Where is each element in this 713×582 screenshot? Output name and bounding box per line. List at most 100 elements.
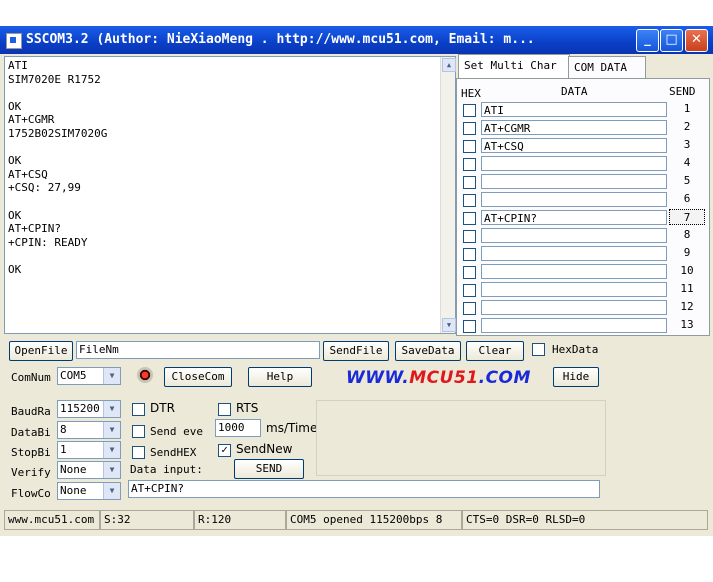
tab-com-data[interactable]: COM DATA bbox=[568, 56, 646, 79]
send-row-button[interactable]: 8 bbox=[669, 227, 705, 243]
scroll-up-icon[interactable]: ▲ bbox=[442, 58, 456, 72]
multi-data-input[interactable]: AT+CGMR bbox=[481, 120, 667, 135]
flow-control-select[interactable]: None ▼ bbox=[57, 482, 121, 500]
send-row-button[interactable]: 6 bbox=[669, 191, 705, 207]
hex-checkbox[interactable] bbox=[463, 230, 476, 243]
minimize-button[interactable]: _ bbox=[636, 29, 659, 52]
send-row-button[interactable]: 5 bbox=[669, 173, 705, 189]
stopbits-label: StopBi bbox=[11, 446, 51, 459]
data-input-field[interactable]: AT+CPIN? bbox=[128, 480, 600, 498]
send-row-button[interactable]: 9 bbox=[669, 245, 705, 261]
hex-checkbox[interactable] bbox=[463, 248, 476, 261]
hex-checkbox[interactable] bbox=[463, 158, 476, 171]
options-group-box bbox=[316, 400, 606, 476]
hex-checkbox[interactable] bbox=[463, 140, 476, 153]
send-row-button[interactable]: 10 bbox=[669, 263, 705, 279]
multi-data-input[interactable]: ATI bbox=[481, 102, 667, 117]
send-row-button[interactable]: 2 bbox=[669, 119, 705, 135]
send-every-label: Send eve bbox=[150, 425, 203, 438]
databits-label: DataBi bbox=[11, 426, 51, 439]
port-status-led-icon bbox=[137, 367, 153, 383]
send-row-button[interactable]: 13 bbox=[669, 317, 705, 333]
multi-data-input[interactable] bbox=[481, 318, 667, 333]
hex-checkbox[interactable] bbox=[463, 284, 476, 297]
baud-label: BaudRa bbox=[11, 405, 51, 418]
hex-checkbox[interactable] bbox=[463, 320, 476, 333]
hex-checkbox[interactable] bbox=[463, 212, 476, 225]
hex-checkbox[interactable] bbox=[463, 176, 476, 189]
hex-checkbox[interactable] bbox=[463, 104, 476, 117]
multi-row: 8 bbox=[457, 227, 709, 245]
status-port: COM5 opened 115200bps 8 bbox=[286, 510, 462, 530]
send-row-button[interactable]: 1 bbox=[669, 101, 705, 117]
send-column-header: SEND bbox=[669, 85, 696, 98]
multi-data-input[interactable] bbox=[481, 246, 667, 261]
comnum-label: ComNum bbox=[11, 371, 51, 384]
title-bar: SSCOM3.2 (Author: NieXiaoMeng . http://w… bbox=[0, 26, 713, 54]
hide-button[interactable]: Hide bbox=[553, 367, 599, 387]
close-button[interactable]: ✕ bbox=[685, 29, 708, 52]
chevron-down-icon[interactable]: ▼ bbox=[103, 401, 120, 417]
hex-checkbox[interactable] bbox=[463, 194, 476, 207]
sendhex-checkbox[interactable] bbox=[132, 446, 145, 459]
send-row-button[interactable]: 11 bbox=[669, 281, 705, 297]
send-row-button[interactable]: 4 bbox=[669, 155, 705, 171]
verify-select[interactable]: None ▼ bbox=[57, 461, 121, 479]
filename-input[interactable]: FileNm bbox=[76, 341, 320, 359]
hex-checkbox[interactable] bbox=[463, 122, 476, 135]
multi-data-input[interactable]: AT+CPIN? bbox=[481, 210, 667, 225]
clear-button[interactable]: Clear bbox=[466, 341, 524, 361]
multi-row: 5 bbox=[457, 173, 709, 191]
dtr-checkbox[interactable] bbox=[132, 403, 145, 416]
multi-data-input[interactable] bbox=[481, 300, 667, 315]
send-row-button[interactable]: 12 bbox=[669, 299, 705, 315]
tab-set-multi-char[interactable]: Set Multi Char bbox=[458, 54, 570, 79]
brand-logo: WWW.MCU51.COM bbox=[346, 368, 531, 388]
hex-checkbox[interactable] bbox=[463, 266, 476, 279]
multi-data-input[interactable] bbox=[481, 282, 667, 297]
hexdata-label: HexData bbox=[552, 343, 599, 356]
baud-rate-select[interactable]: 115200 ▼ bbox=[57, 400, 121, 418]
data-input-label: Data input: bbox=[130, 463, 203, 476]
chevron-down-icon[interactable]: ▼ bbox=[103, 483, 120, 499]
maximize-button[interactable]: □ bbox=[660, 29, 683, 52]
stop-bits-select[interactable]: 1 ▼ bbox=[57, 441, 121, 459]
multi-row: 13 bbox=[457, 317, 709, 335]
help-button[interactable]: Help bbox=[248, 367, 312, 387]
sendnew-checkbox[interactable]: ✓ bbox=[218, 444, 231, 457]
multi-data-input[interactable]: AT+CSQ bbox=[481, 138, 667, 153]
send-file-button[interactable]: SendFile bbox=[323, 341, 389, 361]
chevron-down-icon[interactable]: ▼ bbox=[103, 422, 120, 438]
rts-checkbox[interactable] bbox=[218, 403, 231, 416]
window-title: SSCOM3.2 (Author: NieXiaoMeng . http://w… bbox=[26, 32, 535, 47]
save-data-button[interactable]: SaveData bbox=[395, 341, 461, 361]
chevron-down-icon[interactable]: ▼ bbox=[103, 462, 120, 478]
receive-scrollbar[interactable]: ▲ ▼ bbox=[440, 57, 456, 333]
multi-data-input[interactable] bbox=[481, 174, 667, 189]
multi-data-input[interactable] bbox=[481, 228, 667, 243]
send-row-button[interactable]: 7 bbox=[669, 209, 705, 225]
receive-textarea[interactable]: ATI SIM7020E R1752 OK AT+CGMR 1752B02SIM… bbox=[4, 56, 456, 334]
close-com-button[interactable]: CloseCom bbox=[164, 367, 232, 387]
multi-data-input[interactable] bbox=[481, 264, 667, 279]
status-sent: S:32 bbox=[100, 510, 194, 530]
chevron-down-icon[interactable]: ▼ bbox=[103, 442, 120, 458]
hexdata-checkbox[interactable] bbox=[532, 343, 545, 356]
multi-row: 6 bbox=[457, 191, 709, 209]
data-bits-select[interactable]: 8 ▼ bbox=[57, 421, 121, 439]
open-file-button[interactable]: OpenFile bbox=[9, 341, 73, 361]
hex-checkbox[interactable] bbox=[463, 302, 476, 315]
multi-data-input[interactable] bbox=[481, 156, 667, 171]
send-button[interactable]: SEND bbox=[234, 459, 304, 479]
multi-data-input[interactable] bbox=[481, 192, 667, 207]
com-port-value: COM5 bbox=[60, 369, 87, 382]
scroll-down-icon[interactable]: ▼ bbox=[442, 318, 456, 332]
send-row-button[interactable]: 3 bbox=[669, 137, 705, 153]
interval-input[interactable]: 1000 bbox=[215, 419, 261, 437]
data-column-header: DATA bbox=[561, 85, 588, 98]
send-every-checkbox[interactable] bbox=[132, 425, 145, 438]
multi-row: AT+CSQ 3 bbox=[457, 137, 709, 155]
hex-column-header: HEX bbox=[461, 87, 481, 100]
com-port-select[interactable]: COM5 ▼ bbox=[57, 367, 121, 385]
chevron-down-icon[interactable]: ▼ bbox=[103, 368, 120, 384]
